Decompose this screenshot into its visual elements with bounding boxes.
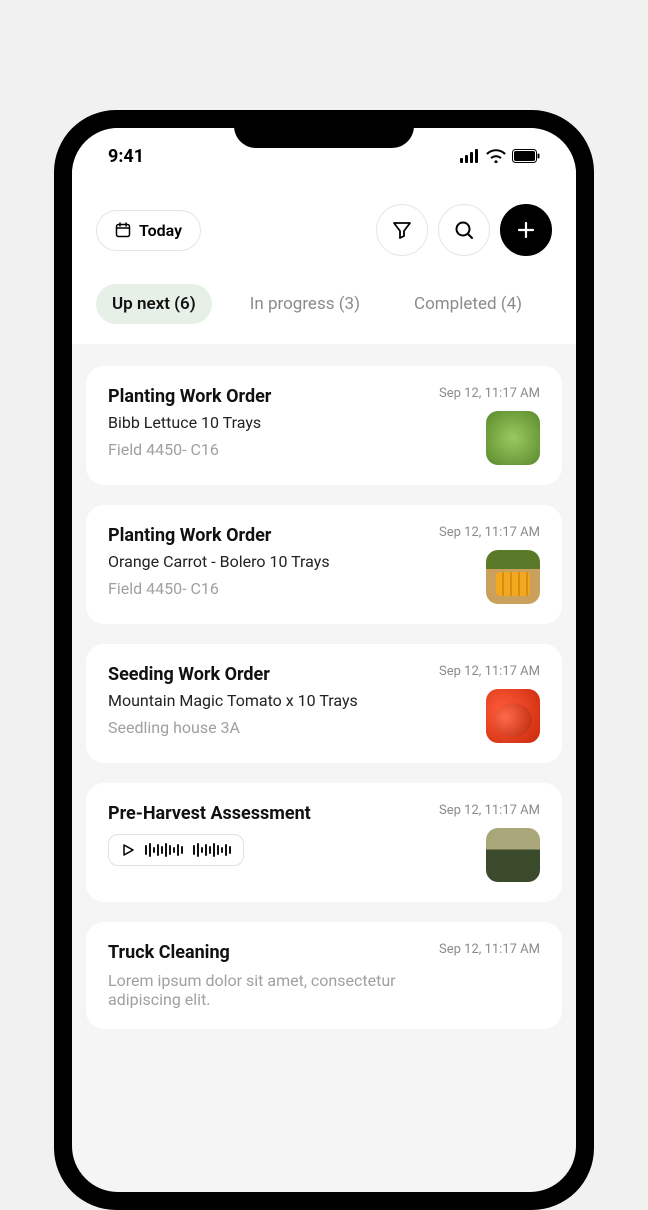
play-icon (121, 843, 135, 857)
filter-icon (392, 220, 412, 240)
card-subtitle: Mountain Magic Tomato x 10 Trays (108, 691, 425, 710)
today-label: Today (139, 221, 182, 240)
phone-frame: 9:41 Today (54, 110, 594, 1210)
today-button[interactable]: Today (96, 210, 201, 251)
card-title: Planting Work Order (108, 525, 425, 546)
card-thumbnail (486, 550, 540, 604)
card-title: Pre-Harvest Assessment (108, 803, 425, 824)
calendar-icon (115, 222, 131, 238)
card-location: Field 4450- C16 (108, 579, 425, 598)
phone-notch (234, 110, 414, 148)
battery-icon (512, 149, 540, 163)
work-order-list: Planting Work Order Bibb Lettuce 10 Tray… (72, 344, 576, 1029)
tab-up-next[interactable]: Up next (6) (96, 284, 212, 324)
waveform-icon (145, 843, 231, 857)
wifi-icon (486, 149, 506, 163)
add-button[interactable] (500, 204, 552, 256)
plus-icon (516, 220, 536, 240)
header-section: Today Up next (6) In progress (3) Comple… (72, 184, 576, 344)
search-icon (454, 220, 474, 240)
work-order-card[interactable]: Truck Cleaning Lorem ipsum dolor sit ame… (86, 922, 562, 1029)
tab-in-progress[interactable]: In progress (3) (234, 284, 376, 324)
card-subtitle: Orange Carrot - Bolero 10 Trays (108, 552, 425, 571)
card-time: Sep 12, 11:17 AM (439, 942, 540, 957)
work-order-card[interactable]: Planting Work Order Orange Carrot - Bole… (86, 505, 562, 624)
card-time: Sep 12, 11:17 AM (439, 386, 540, 401)
work-order-card[interactable]: Seeding Work Order Mountain Magic Tomato… (86, 644, 562, 763)
card-title: Planting Work Order (108, 386, 425, 407)
audio-playback[interactable] (108, 834, 244, 866)
phone-screen: 9:41 Today (72, 128, 576, 1192)
search-button[interactable] (438, 204, 490, 256)
tab-completed[interactable]: Completed (4) (398, 284, 538, 324)
card-thumbnail (486, 411, 540, 465)
status-time: 9:41 (108, 146, 144, 167)
filter-button[interactable] (376, 204, 428, 256)
card-location: Field 4450- C16 (108, 440, 425, 459)
tabs: Up next (6) In progress (3) Completed (4… (96, 256, 552, 344)
card-time: Sep 12, 11:17 AM (439, 525, 540, 540)
work-order-card[interactable]: Pre-Harvest Assessment Sep 12, 11:17 AM (86, 783, 562, 902)
cellular-icon (460, 149, 480, 163)
card-location: Seedling house 3A (108, 718, 425, 737)
card-time: Sep 12, 11:17 AM (439, 664, 540, 679)
card-title: Truck Cleaning (108, 942, 425, 963)
status-icons (460, 149, 540, 163)
card-thumbnail (486, 689, 540, 743)
card-time: Sep 12, 11:17 AM (439, 803, 540, 818)
card-subtitle: Bibb Lettuce 10 Trays (108, 413, 425, 432)
header-row: Today (96, 204, 552, 256)
work-order-card[interactable]: Planting Work Order Bibb Lettuce 10 Tray… (86, 366, 562, 485)
card-title: Seeding Work Order (108, 664, 425, 685)
card-thumbnail (486, 828, 540, 882)
card-description: Lorem ipsum dolor sit amet, consectetur … (108, 971, 425, 1009)
